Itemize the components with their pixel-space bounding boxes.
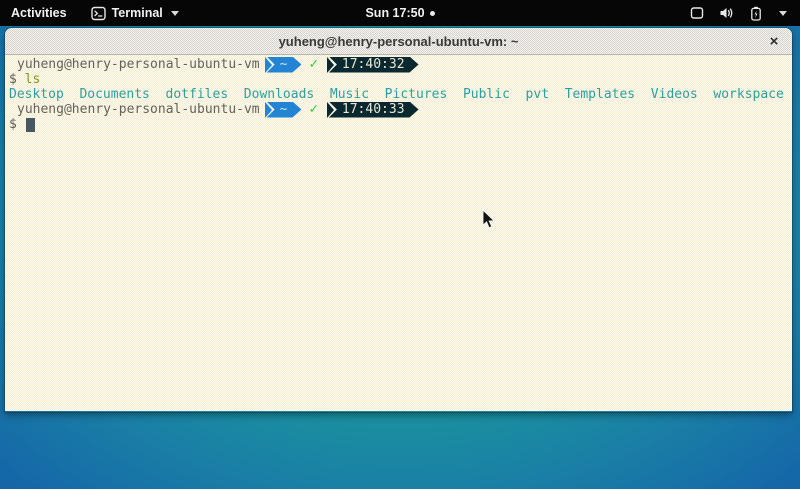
- volume-icon: [719, 6, 735, 20]
- prompt-line: yuheng@henry-personal-ubuntu-vm ~ ✓ 17:4…: [9, 57, 792, 72]
- output-line: Desktop Documents dotfiles Downloads Mus…: [9, 87, 792, 102]
- prompt-path: ~: [267, 102, 302, 118]
- terminal-cursor: [26, 118, 35, 132]
- prompt-path-segment: ~: [265, 102, 302, 118]
- prompt-time-segment: 17:40:32: [327, 57, 419, 73]
- close-button[interactable]: ×: [765, 32, 783, 50]
- status-check-icon: ✓: [309, 102, 317, 117]
- prompt-username: yuheng@henry-personal-ubuntu-vm: [9, 57, 260, 72]
- chevron-down-icon: [171, 11, 179, 16]
- prompt-time-segment: 17:40:33: [327, 102, 419, 118]
- clock-button[interactable]: Sun 17:50: [365, 6, 434, 20]
- terminal-window: yuheng@henry-personal-ubuntu-vm: ~ × yuh…: [5, 28, 792, 412]
- directory-listing: Desktop Documents dotfiles Downloads Mus…: [9, 87, 784, 102]
- window-titlebar[interactable]: yuheng@henry-personal-ubuntu-vm: ~ ×: [5, 28, 792, 55]
- system-status-area[interactable]: [690, 0, 800, 26]
- battery-charging-icon: [750, 6, 762, 21]
- notification-dot: [430, 11, 435, 16]
- command-text: ls: [25, 72, 41, 87]
- app-menu-terminal[interactable]: Terminal: [81, 0, 189, 26]
- terminal-content[interactable]: yuheng@henry-personal-ubuntu-vm ~ ✓ 17:4…: [5, 55, 792, 411]
- prompt-char: $: [9, 72, 17, 87]
- command-line: $: [9, 117, 792, 132]
- window-title: yuheng@henry-personal-ubuntu-vm: ~: [279, 34, 519, 49]
- prompt-char: $: [9, 117, 17, 132]
- activities-label: Activities: [11, 6, 67, 20]
- activities-button[interactable]: Activities: [0, 0, 81, 26]
- top-bar: Activities Terminal Sun 17:50: [0, 0, 800, 26]
- command-line: $ ls: [9, 72, 792, 87]
- prompt-username: yuheng@henry-personal-ubuntu-vm: [9, 102, 260, 117]
- status-check-icon: ✓: [309, 57, 317, 72]
- app-menu-label: Terminal: [112, 6, 163, 20]
- display-icon: [690, 6, 704, 20]
- prompt-path-segment: ~: [265, 57, 302, 73]
- prompt-time: 17:40:33: [329, 102, 419, 118]
- prompt-time: 17:40:32: [329, 57, 419, 73]
- terminal-icon: [91, 6, 106, 21]
- prompt-path: ~: [267, 57, 302, 73]
- chevron-down-icon: [779, 11, 787, 16]
- clock-label: Sun 17:50: [365, 6, 424, 20]
- prompt-line: yuheng@henry-personal-ubuntu-vm ~ ✓ 17:4…: [9, 102, 792, 117]
